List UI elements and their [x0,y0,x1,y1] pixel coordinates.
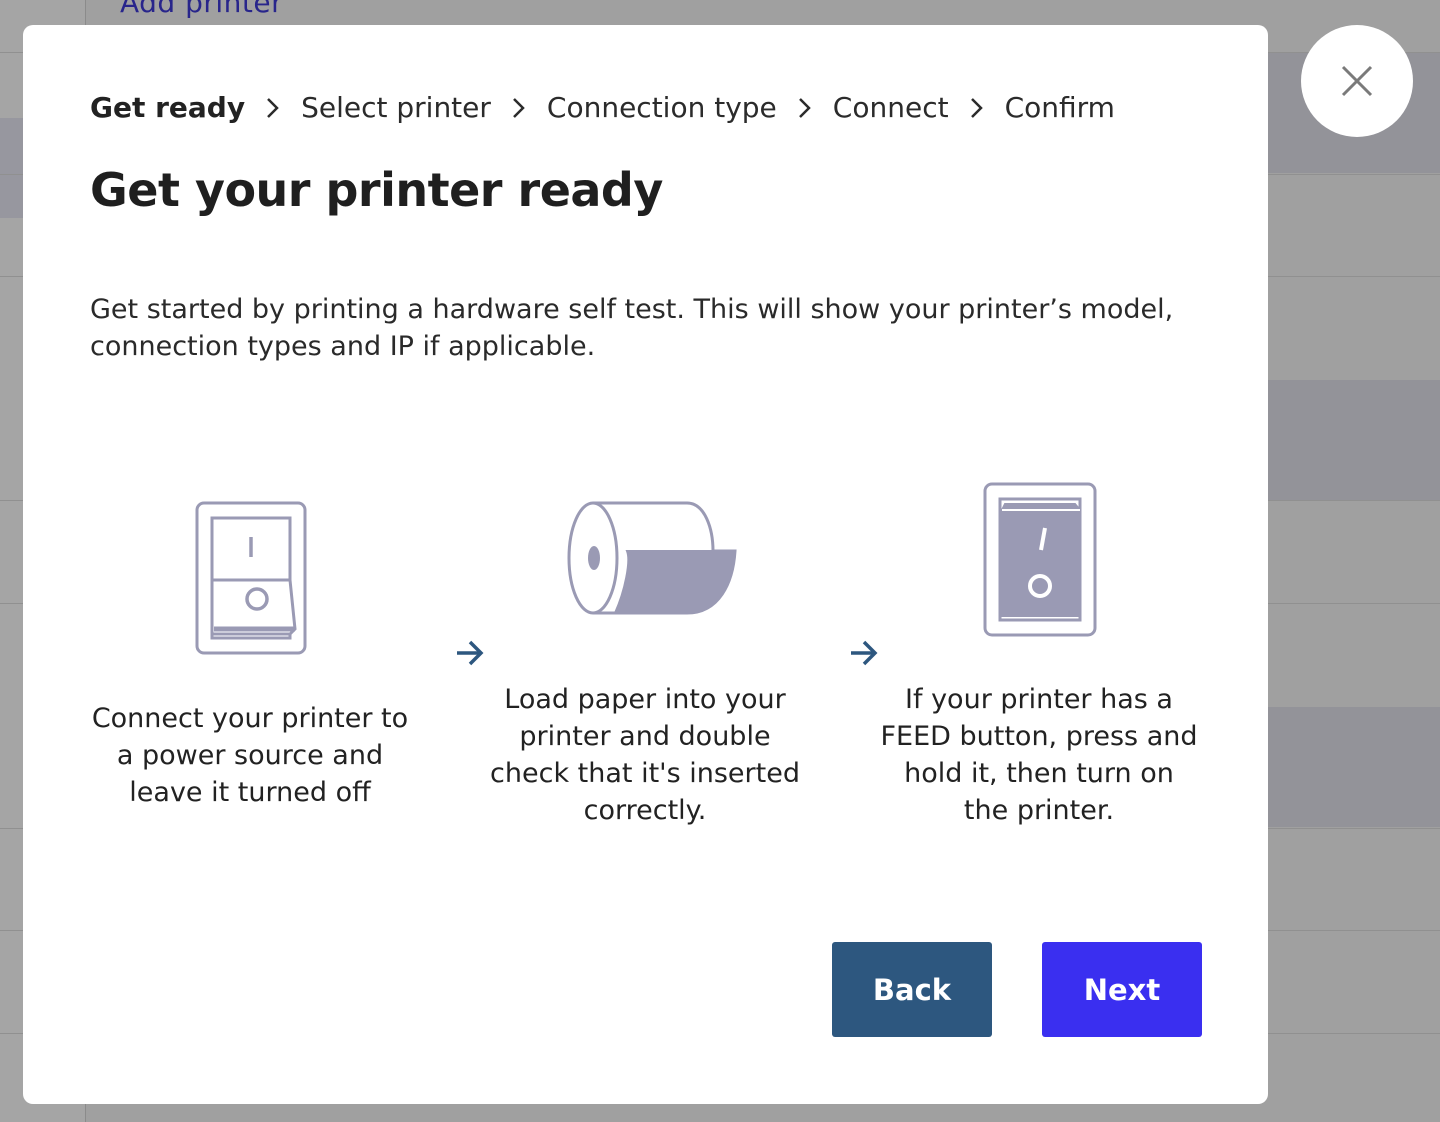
next-button[interactable]: Next [1042,942,1202,1037]
step-text-line: leave it turned off [129,777,371,808]
arrow-right-icon [457,640,484,666]
chevron-right-icon [949,97,1005,119]
step-text-line: Load paper into your [504,684,786,715]
step-3-text: If your printer has a FEED button, press… [869,681,1209,829]
breadcrumb: Get ready Select printer Connection type… [90,91,1115,124]
breadcrumb-confirm[interactable]: Confirm [1005,91,1115,124]
breadcrumb-connect[interactable]: Connect [833,91,949,124]
intro-text: Get started by printing a hardware self … [90,291,1210,365]
step-text-line: correctly. [583,795,707,826]
back-button[interactable]: Back [832,942,992,1037]
chevron-right-icon [491,97,547,119]
power-switch-on-icon [983,482,1097,637]
close-button[interactable] [1301,25,1413,137]
step-2-text: Load paper into your printer and double … [475,681,815,829]
step-text-line: FEED button, press and [880,721,1198,752]
setup-printer-dialog: Get ready Select printer Connection type… [23,25,1268,1104]
chevron-right-icon [245,97,301,119]
step-text-line: hold it, then turn on [904,758,1174,789]
intro-line: connection types and IP if applicable. [90,331,596,362]
step-text-line: If your printer has a [905,684,1173,715]
arrow-right-icon [851,640,878,666]
breadcrumb-select-printer[interactable]: Select printer [301,91,491,124]
step-text-line: check that it's inserted [490,758,800,789]
chevron-right-icon [777,97,833,119]
paper-roll-icon [567,501,737,615]
close-icon [1341,65,1373,97]
breadcrumb-connection-type[interactable]: Connection type [547,91,777,124]
page-title: Get your printer ready [90,163,663,217]
step-text-line: the printer. [963,795,1115,826]
step-text-line: Connect your printer to [91,703,409,734]
step-1-text: Connect your printer to a power source a… [80,700,420,811]
intro-line: Get started by printing a hardware self … [90,294,1174,325]
step-text-line: a power source and [116,740,384,771]
breadcrumb-get-ready[interactable]: Get ready [90,91,245,124]
step-text-line: printer and double [519,721,771,752]
power-switch-off-icon [195,501,307,655]
